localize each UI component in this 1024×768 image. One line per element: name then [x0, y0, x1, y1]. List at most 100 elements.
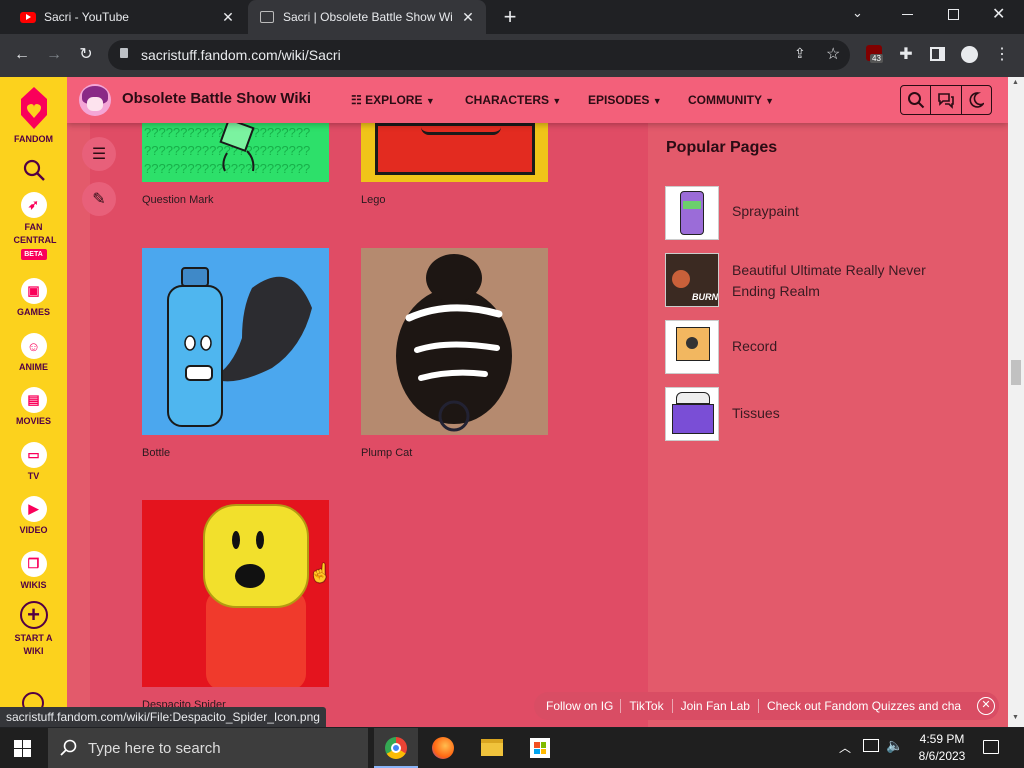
- video-link[interactable]: ▶ VIDEO: [0, 496, 67, 535]
- popular-thumb-spraypaint[interactable]: [665, 186, 719, 240]
- close-tab-icon[interactable]: ✕: [460, 9, 476, 25]
- search-icon: [23, 159, 45, 181]
- fandom-tab-icon: [260, 11, 274, 23]
- nav-explore[interactable]: ☷ EXPLORE ▼: [351, 93, 435, 107]
- despacito-spider-character: [203, 504, 309, 687]
- gallery-caption[interactable]: Lego: [361, 194, 385, 206]
- tab-strip: Sacri - YouTube ✕ Sacri | Obsolete Battl…: [0, 0, 1024, 34]
- popular-thumb-record[interactable]: [665, 320, 719, 374]
- search-button[interactable]: [901, 86, 932, 114]
- edit-button[interactable]: ✎: [82, 182, 116, 216]
- windows-taskbar: Type here to search ︿ 🔈 4:59 PM 8/6/2023: [0, 728, 1024, 768]
- footer-link-instagram[interactable]: Follow on IG: [534, 699, 622, 713]
- rocket-icon: ➶: [20, 192, 47, 218]
- gallery-image-despacito-spider[interactable]: [142, 500, 329, 687]
- minimize-button[interactable]: [902, 6, 918, 22]
- footer-link-quizzes[interactable]: Check out Fandom Quizzes and cha: [759, 699, 965, 713]
- tab-search-icon[interactable]: ⌄: [852, 5, 863, 21]
- scrollbar-thumb[interactable]: [1011, 360, 1021, 385]
- close-window-button[interactable]: ✕: [992, 4, 1005, 24]
- notification-center-icon[interactable]: [983, 740, 999, 754]
- tab-youtube[interactable]: Sacri - YouTube ✕: [8, 0, 246, 34]
- gallery-image-lego[interactable]: [361, 123, 548, 182]
- status-bar-url: sacristuff.fandom.com/wiki/File:Despacit…: [0, 707, 326, 727]
- nav-characters[interactable]: CHARACTERS ▼: [465, 93, 561, 107]
- gallery-caption[interactable]: Question Mark: [142, 194, 214, 206]
- wiki-title[interactable]: Obsolete Battle Show Wiki: [122, 90, 311, 107]
- profile-icon[interactable]: [961, 46, 978, 63]
- gallery-image-question-mark[interactable]: ??????????????????????? ????????????????…: [142, 123, 329, 182]
- games-link[interactable]: ▣ GAMES: [0, 278, 67, 317]
- menu-kebab-icon[interactable]: ⋮: [990, 43, 1014, 67]
- start-a-wiki-label: START A WIKI: [14, 633, 53, 656]
- wikis-link[interactable]: ❐ WIKIS: [0, 551, 67, 590]
- fandom-logo[interactable]: FANDOM: [0, 85, 67, 144]
- popular-item-label[interactable]: Beautiful Ultimate Really Never Ending R…: [732, 260, 952, 302]
- fan-central-link[interactable]: ➶ FAN CENTRAL BETA: [0, 192, 67, 260]
- theme-toggle-button[interactable]: [962, 86, 991, 114]
- tv-link[interactable]: ▭ TV: [0, 442, 67, 481]
- bookmark-star-icon[interactable]: ☆: [826, 44, 840, 64]
- beta-badge: BETA: [20, 249, 47, 260]
- clock-time: 4:59 PM: [919, 732, 965, 746]
- back-icon[interactable]: ←: [10, 43, 34, 67]
- popular-item-label[interactable]: Tissues: [732, 403, 952, 424]
- fan-central-label: FAN CENTRAL: [13, 222, 57, 245]
- hand-cursor-icon: ☝: [309, 563, 332, 583]
- film-icon: ▤: [20, 387, 47, 413]
- footer-link-fan-lab[interactable]: Join Fan Lab: [673, 699, 759, 713]
- extensions-puzzle-icon[interactable]: ✚: [894, 43, 918, 67]
- explore-icon: ☷: [351, 93, 362, 107]
- share-icon[interactable]: ⇪: [794, 45, 806, 62]
- clock[interactable]: 4:59 PM 8/6/2023: [912, 731, 972, 765]
- page-scrollbar[interactable]: ▲ ▼: [1008, 77, 1024, 727]
- chevron-down-icon: ▼: [652, 96, 662, 106]
- network-icon[interactable]: [863, 739, 879, 752]
- gallery-caption[interactable]: Plump Cat: [361, 447, 412, 459]
- restore-button[interactable]: [948, 9, 959, 20]
- microsoft-store-taskbar-icon[interactable]: [530, 738, 550, 758]
- wikis-label: WIKIS: [20, 580, 47, 590]
- nav-episodes[interactable]: EPISODES ▼: [588, 93, 662, 107]
- svg-text:???????????????????????: ???????????????????????: [144, 161, 310, 176]
- chevron-down-icon: ▼: [552, 96, 562, 106]
- anime-link[interactable]: ☺ ANIME: [0, 333, 67, 372]
- firefox-taskbar-icon[interactable]: [432, 737, 454, 759]
- gallery-caption[interactable]: Bottle: [142, 447, 170, 459]
- chrome-taskbar-icon[interactable]: [374, 728, 418, 768]
- taskbar-search[interactable]: Type here to search: [48, 728, 368, 768]
- close-bar-button[interactable]: ✕: [977, 697, 995, 715]
- side-panel-icon[interactable]: [930, 47, 945, 61]
- windows-start-icon[interactable]: [14, 740, 31, 757]
- forward-icon[interactable]: →: [42, 43, 66, 67]
- search-icon: [907, 92, 924, 109]
- start-a-wiki-link[interactable]: + START A WIKI: [0, 601, 67, 658]
- toc-button[interactable]: ☰: [82, 137, 116, 171]
- plump-cat-photo: [396, 254, 512, 432]
- header-actions: [900, 85, 992, 115]
- file-explorer-taskbar-icon[interactable]: [481, 739, 503, 756]
- volume-icon[interactable]: 🔈: [886, 737, 903, 754]
- tray-chevron-icon[interactable]: ︿: [839, 739, 851, 756]
- footer-link-tiktok[interactable]: TikTok: [621, 699, 673, 713]
- gallery-image-bottle[interactable]: [142, 248, 329, 435]
- movies-link[interactable]: ▤ MOVIES: [0, 387, 67, 426]
- close-tab-icon[interactable]: ✕: [220, 9, 236, 25]
- scroll-up-arrow-icon[interactable]: ▲: [1012, 79, 1019, 86]
- wiki-avatar[interactable]: [79, 84, 111, 116]
- popular-thumb-burner[interactable]: BURN: [665, 253, 719, 307]
- new-tab-button[interactable]: +: [498, 5, 522, 29]
- nav-community[interactable]: COMMUNITY ▼: [688, 93, 774, 107]
- gallery-image-plump-cat[interactable]: [361, 248, 548, 435]
- reload-icon[interactable]: ↻: [74, 43, 98, 67]
- popular-item-label[interactable]: Spraypaint: [732, 201, 952, 222]
- popular-item-label[interactable]: Record: [732, 336, 952, 357]
- scroll-down-arrow-icon[interactable]: ▼: [1012, 714, 1019, 721]
- tab-wiki[interactable]: Sacri | Obsolete Battle Show Wiki ✕: [248, 0, 486, 34]
- ublock-extension-icon[interactable]: 43: [866, 45, 883, 63]
- extension-badge: 43: [870, 54, 883, 63]
- popular-thumb-tissues[interactable]: [665, 387, 719, 441]
- address-bar[interactable]: sacristuff.fandom.com/wiki/Sacri ⇪ ☆: [108, 40, 850, 70]
- discussions-button[interactable]: [931, 86, 962, 114]
- search-button[interactable]: [0, 158, 67, 182]
